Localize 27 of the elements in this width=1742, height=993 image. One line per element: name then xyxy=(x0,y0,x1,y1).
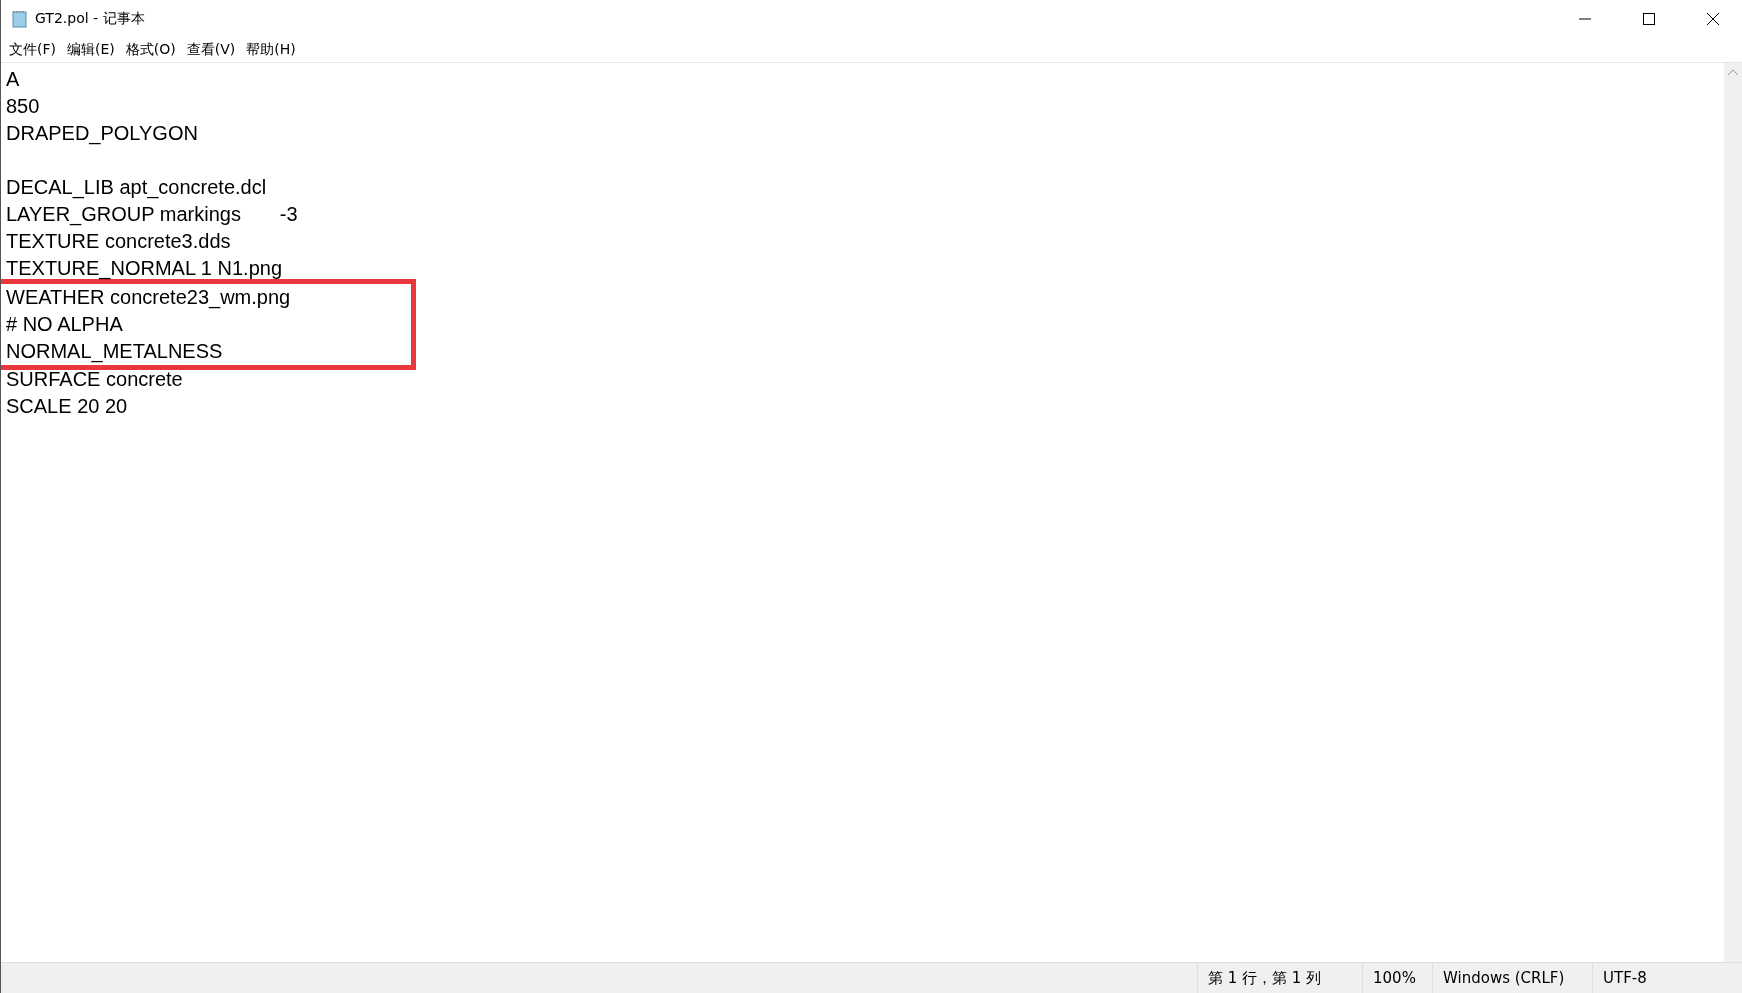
window-title: GT2.pol - 记事本 xyxy=(35,10,146,28)
status-text: Windows (CRLF) xyxy=(1443,969,1565,987)
notepad-icon xyxy=(11,10,29,28)
text-line: TEXTURE concrete3.dds xyxy=(6,230,231,252)
maximize-icon xyxy=(1643,13,1655,25)
text-line: # NO ALPHA xyxy=(6,313,123,335)
text-line: SCALE 20 20 xyxy=(6,395,128,417)
text-line: A xyxy=(6,68,20,90)
text-line: SURFACE concrete xyxy=(6,368,183,390)
text-line: 850 xyxy=(6,95,40,117)
status-text: 100% xyxy=(1373,969,1416,987)
text-line: LAYER_GROUP markings -3 xyxy=(6,203,298,225)
menu-item[interactable]: 帮助(H) xyxy=(242,41,303,59)
menu-item[interactable]: 格式(O) xyxy=(121,41,183,59)
text-line: TEXTURE_NORMAL 1 N1.png xyxy=(6,257,282,279)
menu-item[interactable]: 查看(V) xyxy=(182,41,243,59)
status-text: UTF-8 xyxy=(1603,969,1647,987)
scroll-up-icon[interactable] xyxy=(1728,69,1738,75)
text-area[interactable]: A 850 DRAPED_POLYGON DECAL_LIB apt_concrete.dcl LAYER_GROUP markings -3 TEXTURE concrete3.dds TEXTURE_NORMAL 1 N1.png WEATHER concrete23_wm.png # NO ALPHA NORMAL_METALNESS SURFACE concrete SCALE 20 20 xyxy=(1,63,1724,962)
text-line: NORMAL_METALNESS xyxy=(6,340,223,362)
text-line: WEATHER concrete23_wm.png xyxy=(6,286,291,308)
menu-item[interactable]: 编辑(E) xyxy=(63,41,122,59)
close-icon xyxy=(1707,13,1719,25)
menu-item[interactable]: 文件(F) xyxy=(5,41,63,59)
status-text: 第 1 行，第 1 列 xyxy=(1208,968,1322,988)
text-line: DECAL_LIB apt_concrete.dcl xyxy=(6,176,267,198)
text-line: DRAPED_POLYGON xyxy=(6,122,198,144)
